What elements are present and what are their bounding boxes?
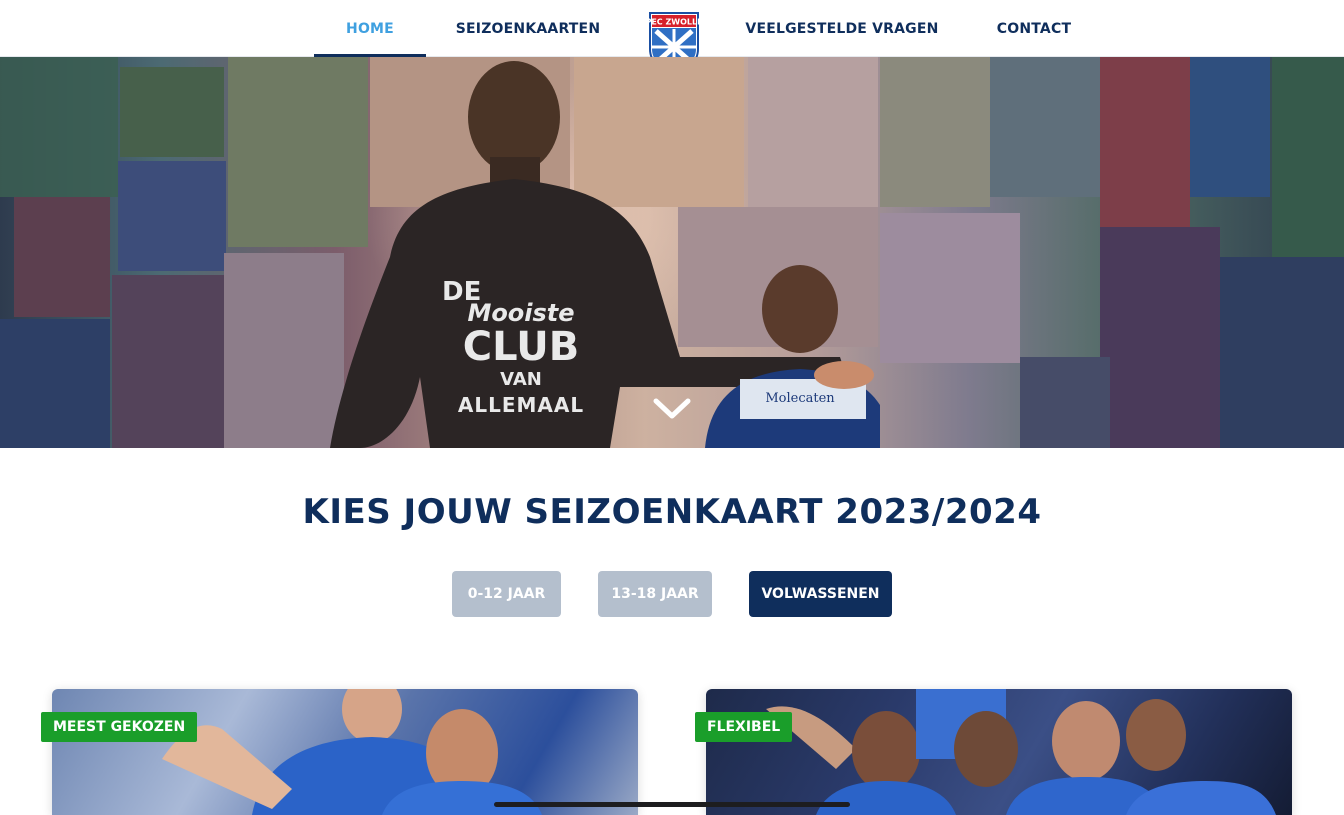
page-title: KIES JOUW SEIZOENKAART 2023/2024 <box>302 492 1042 532</box>
collage-photo <box>0 57 118 197</box>
badge-most-chosen: MEEST GEKOZEN <box>41 712 198 742</box>
card-photo <box>162 689 542 815</box>
top-navigation: HOME SEIZOENKAARTEN PEC ZWOLLE VEELGESTE… <box>0 0 1344 75</box>
age-0-12-button[interactable]: 0-12 JAAR <box>452 571 561 617</box>
ticket-card-most-chosen[interactable] <box>52 689 638 815</box>
hoodie-line: CLUB <box>462 324 580 370</box>
shirt-sponsor: Molecaten <box>765 391 835 406</box>
nav-home[interactable]: HOME <box>314 0 426 57</box>
nav-contact[interactable]: CONTACT <box>986 0 1082 57</box>
scroll-down-chevron-icon[interactable] <box>652 396 692 422</box>
collage-photo <box>1020 357 1110 448</box>
nav-contact-label: CONTACT <box>996 20 1072 37</box>
nav-faq[interactable]: VEELGESTELDE VRAGEN <box>740 0 944 57</box>
ticket-card-flexible[interactable] <box>706 689 1292 815</box>
age-13-18-button[interactable]: 13-18 JAAR <box>598 571 712 617</box>
collage-photo <box>1190 57 1270 197</box>
collage-photo <box>880 57 990 207</box>
hoodie-line: VAN <box>500 369 542 390</box>
nav-home-label: HOME <box>346 20 394 37</box>
collage-photo <box>118 161 226 271</box>
collage-photo <box>1100 57 1190 227</box>
nav-seizoenkaarten-label: SEIZOENKAARTEN <box>455 20 601 37</box>
age-adults-button[interactable]: VOLWASSENEN <box>749 571 892 617</box>
collage-photo <box>880 213 1020 363</box>
hoodie-print: DE Mooiste CLUB VAN ALLEMAAL <box>436 279 606 415</box>
collage-photo <box>1100 227 1220 448</box>
collage-photo <box>990 57 1100 197</box>
logo-text: PEC ZWOLLE <box>648 18 700 27</box>
collage-photo <box>112 275 224 448</box>
card-photo <box>766 689 1276 815</box>
nav-seizoenkaarten[interactable]: SEIZOENKAARTEN <box>448 0 608 57</box>
collage-photo <box>1272 57 1344 257</box>
badge-flexible: FLEXIBEL <box>695 712 793 742</box>
collage-photo <box>0 319 110 448</box>
hero-banner: Molecaten DE Mooiste CLUB VAN ALLEMAAL <box>0 57 1344 448</box>
home-indicator-bar <box>494 802 850 807</box>
collage-photo <box>120 67 224 157</box>
collage-photo <box>14 197 110 317</box>
hoodie-line: ALLEMAAL <box>457 393 585 417</box>
collage-photo <box>1220 257 1344 448</box>
nav-faq-label: VEELGESTELDE VRAGEN <box>745 20 939 37</box>
